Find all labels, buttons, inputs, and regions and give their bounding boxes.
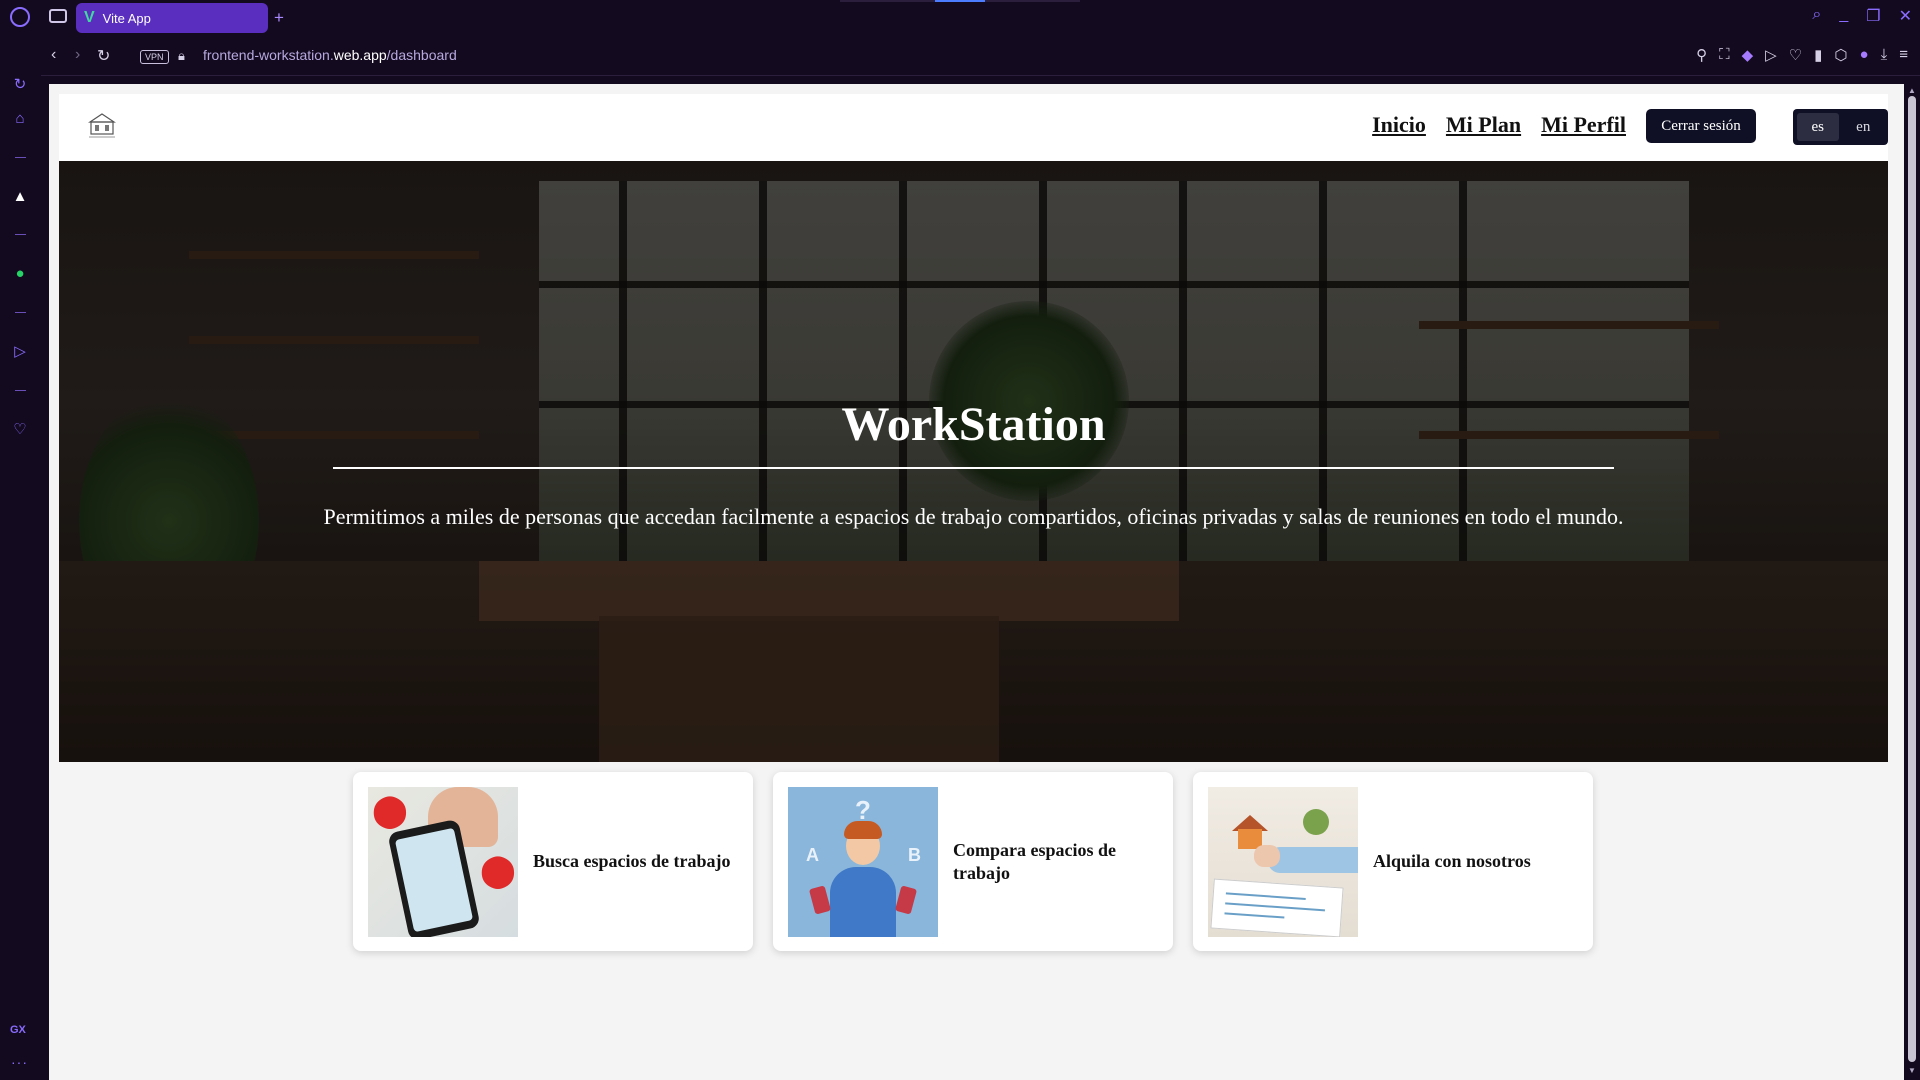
loading-indicator bbox=[840, 0, 1080, 2]
card-title: Alquila con nosotros bbox=[1373, 851, 1531, 872]
nav-link-mi-perfil[interactable]: Mi Perfil bbox=[1541, 112, 1626, 138]
sidebar-separator bbox=[15, 312, 26, 313]
aria-ai-icon[interactable]: ▲ bbox=[9, 185, 31, 207]
tab-bar: V Vite App + ⌕ _ ❐ ✕ bbox=[41, 0, 1920, 36]
tab-islands-icon[interactable] bbox=[49, 9, 67, 23]
vite-icon: V bbox=[84, 9, 95, 26]
hero-tagline: Permitimos a miles de personas que acced… bbox=[323, 504, 1624, 529]
opera-logo-icon[interactable] bbox=[10, 7, 30, 27]
player-icon[interactable]: ▷ bbox=[1765, 46, 1777, 64]
back-icon[interactable]: ‹ bbox=[51, 46, 56, 64]
sidebar-separator bbox=[15, 234, 26, 235]
restore-icon[interactable]: ❐ bbox=[1866, 6, 1880, 26]
card-title: Busca espacios de trabajo bbox=[533, 851, 731, 872]
workspace-icon[interactable]: ⌂ bbox=[9, 107, 31, 129]
hero-banner: WorkStation Permitimos a miles de person… bbox=[59, 161, 1888, 762]
nav-link-inicio[interactable]: Inicio bbox=[1372, 112, 1426, 138]
language-option-es[interactable]: es bbox=[1797, 113, 1839, 141]
minimize-icon[interactable]: _ bbox=[1839, 6, 1848, 26]
feature-cards: ⬤ ⬤ Busca espacios de trabajo ? A B Comp… bbox=[353, 772, 1593, 951]
extensions-icon[interactable]: ⬡ bbox=[1834, 46, 1847, 64]
hero-divider bbox=[333, 467, 1614, 469]
history-icon[interactable]: ↻ bbox=[9, 73, 31, 95]
window-controls: ⌕ _ ❐ ✕ bbox=[1812, 6, 1912, 26]
url-field[interactable]: frontend-workstation.web.app/dashboard bbox=[203, 47, 457, 63]
sidebar-separator bbox=[15, 390, 26, 391]
more-options-icon[interactable]: ··· bbox=[11, 1054, 28, 1070]
language-option-en[interactable]: en bbox=[1843, 113, 1885, 141]
whatsapp-icon[interactable]: ● bbox=[9, 262, 31, 284]
url-path: /dashboard bbox=[386, 47, 457, 63]
main-nav: Inicio Mi Plan Mi Perfil bbox=[1372, 112, 1626, 138]
card-title: Compara espacios de trabajo bbox=[953, 840, 1116, 883]
nav-link-mi-plan[interactable]: Mi Plan bbox=[1446, 112, 1521, 138]
workstation-logo[interactable] bbox=[87, 110, 117, 140]
site-header: Inicio Mi Plan Mi Perfil Cerrar sesión e… bbox=[59, 94, 1888, 161]
favorites-heart-icon[interactable]: ♡ bbox=[9, 418, 31, 440]
reload-icon[interactable]: ↻ bbox=[97, 46, 110, 66]
tab-title: Vite App bbox=[102, 10, 151, 26]
lock-icon[interactable]: 🔒︎ bbox=[178, 48, 185, 64]
page-viewport: Inicio Mi Plan Mi Perfil Cerrar sesión e… bbox=[49, 84, 1904, 1080]
vpn-badge[interactable]: VPN bbox=[140, 50, 169, 64]
hero-title: WorkStation bbox=[841, 398, 1106, 451]
tab-vite-app[interactable]: V Vite App bbox=[76, 3, 268, 33]
map-pin-phone-image: ⬤ ⬤ bbox=[368, 786, 518, 937]
pin-icon[interactable]: ⚲ bbox=[1696, 46, 1707, 64]
menu-icon[interactable]: ≡ bbox=[1899, 46, 1908, 64]
scroll-up-icon[interactable]: ▲ bbox=[1908, 86, 1916, 95]
shield-icon[interactable]: ◆ bbox=[1742, 46, 1754, 64]
logout-button[interactable]: Cerrar sesión bbox=[1646, 109, 1756, 143]
snapshot-icon[interactable]: ⛶ bbox=[1719, 46, 1730, 64]
search-tabs-icon[interactable]: ⌕ bbox=[1812, 6, 1821, 26]
house-contract-image bbox=[1208, 786, 1358, 937]
gx-label[interactable]: GX bbox=[10, 1024, 26, 1036]
person-comparing-image: ? A B bbox=[788, 786, 938, 937]
browser-toolbar-icons: ⚲ ⛶ ◆ ▷ ♡ ▮ ⬡ ● ⤓ ≡ bbox=[1696, 46, 1908, 64]
browser-sidebar: ↻ ⌂ ▲ ● ▷ ♡ GX ··· bbox=[0, 0, 41, 1080]
language-toggle: es en bbox=[1793, 109, 1888, 145]
feature-card-compare[interactable]: ? A B Compara espacios de trabajo bbox=[773, 772, 1173, 951]
profile-icon[interactable]: ● bbox=[1860, 46, 1869, 64]
close-icon[interactable]: ✕ bbox=[1899, 6, 1912, 26]
url-prefix: frontend-workstation. bbox=[203, 47, 334, 63]
scrollbar-thumb[interactable] bbox=[1908, 96, 1916, 1062]
download-icon[interactable]: ⤓ bbox=[1881, 46, 1888, 64]
heart-icon[interactable]: ♡ bbox=[1789, 46, 1802, 64]
address-bar: ‹ › ↻ VPN 🔒︎ frontend-workstation.web.ap… bbox=[41, 36, 1920, 76]
url-domain: web.app bbox=[333, 47, 387, 63]
sidebar-separator bbox=[15, 157, 26, 158]
scroll-down-icon[interactable]: ▼ bbox=[1908, 1066, 1916, 1075]
forward-icon[interactable]: › bbox=[75, 46, 80, 64]
wallet-icon[interactable]: ▮ bbox=[1814, 46, 1822, 64]
new-tab-button[interactable]: + bbox=[274, 8, 284, 28]
feature-card-search[interactable]: ⬤ ⬤ Busca espacios de trabajo bbox=[353, 772, 753, 951]
send-icon[interactable]: ▷ bbox=[9, 340, 31, 362]
feature-card-rent[interactable]: Alquila con nosotros bbox=[1193, 772, 1593, 951]
